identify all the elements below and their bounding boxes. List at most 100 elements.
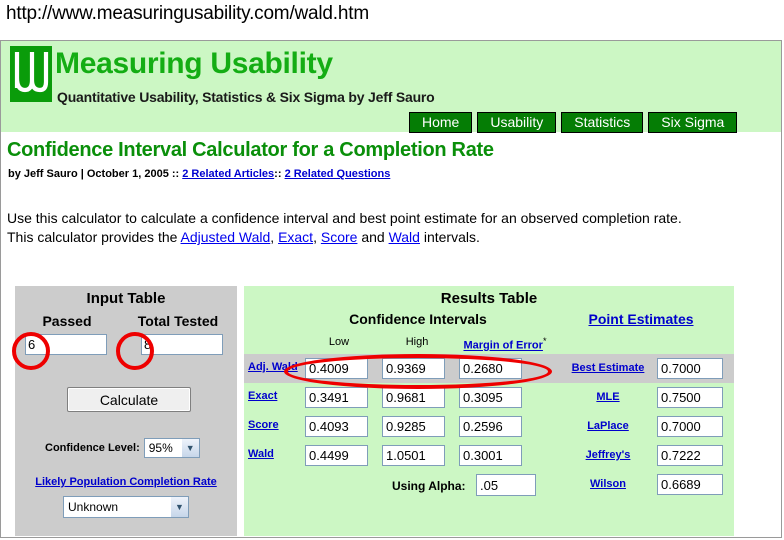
total-tested-input[interactable] [141,334,223,355]
intro-suffix: intervals. [419,229,480,245]
confidence-level-row: Confidence Level: 95% ▼ [45,438,200,458]
main-navigation: Home Usability Statistics Six Sigma [409,112,738,133]
passed-input[interactable] [25,334,107,355]
adjusted-wald-link[interactable]: Adjusted Wald [181,229,271,245]
nav-item-statistics[interactable]: Statistics [561,112,644,133]
intro-line-1: Use this calculator to calculate a confi… [7,210,682,226]
web-page-frame: Measuring Usability Quantitative Usabili… [0,40,782,538]
wald-link[interactable]: Wald [389,229,420,245]
point-estimate-label-mle: MLE [564,391,652,403]
input-table-title: Input Table [86,290,166,307]
passed-column-header: Passed [42,313,92,329]
margin-of-error-link[interactable]: Margin of Error [463,340,542,352]
wald-row-link[interactable]: Wald [248,448,274,460]
calculate-button[interactable]: Calculate [67,387,191,412]
alpha-label: Using Alpha: [392,479,466,493]
adj-wald-low-cell[interactable] [305,358,368,379]
point-estimates-link[interactable]: Point Estimates [588,311,693,327]
point-estimate-label-wilson: Wilson [564,478,652,490]
adj-wald-moe-cell[interactable] [459,358,522,379]
exact-low-cell[interactable] [305,387,368,408]
site-tagline: Quantitative Usability, Statistics & Six… [57,89,435,105]
results-subheadings: Confidence Intervals Point Estimates [244,311,734,333]
point-estimates-heading: Point Estimates [556,311,726,327]
table-row: Wald Jeffrey's [244,441,734,470]
exact-high-cell[interactable] [382,387,445,408]
row-label-adj-wald: Adj. Wald [248,361,300,373]
browser-url-text: http://www.measuringusability.com/wald.h… [6,3,369,24]
wald-moe-cell[interactable] [459,445,522,466]
likely-population-completion-rate-link[interactable]: Likely Population Completion Rate [35,476,217,488]
confidence-intervals-heading: Confidence Intervals [349,311,487,327]
score-moe-cell[interactable] [459,416,522,437]
population-completion-rate-value: Unknown [68,500,119,514]
site-header: Measuring Usability Quantitative Usabili… [1,41,781,133]
margin-of-error-column-header: Margin of Error* [444,336,566,352]
point-estimate-label-laplace: LaPlace [564,420,652,432]
mle-link[interactable]: MLE [596,391,619,403]
nav-item-usability[interactable]: Usability [477,112,557,133]
wald-low-cell[interactable] [305,445,368,466]
intro-sep-1: , [270,229,279,245]
chevron-down-icon: ▼ [180,439,199,457]
population-completion-rate-select[interactable]: Unknown ▼ [63,496,189,518]
point-estimate-label-best-estimate: Best Estimate [564,362,652,374]
table-row: Exact MLE [244,383,734,412]
byline: by Jeff Sauro | October 1, 2005 :: 2 Rel… [8,168,390,180]
mu-logo-icon [10,46,52,102]
related-articles-link[interactable]: 2 Related Articles [182,168,274,180]
results-table-panel: Results Table Confidence Intervals Point… [244,286,734,536]
wilson-link[interactable]: Wilson [590,478,626,490]
laplace-value-cell[interactable] [657,416,723,437]
mle-value-cell[interactable] [657,387,723,408]
site-title: Measuring Usability [55,47,333,80]
input-table-fields-row [15,334,237,355]
confidence-level-select[interactable]: 95% ▼ [143,438,200,458]
score-low-cell[interactable] [305,416,368,437]
margin-of-error-footnote-marker: * [542,336,547,346]
byline-separator: :: [274,168,285,180]
intro-paragraph: Use this calculator to calculate a confi… [7,209,769,247]
point-estimate-label-jeffreys: Jeffrey's [564,449,652,461]
adj-wald-high-cell[interactable] [382,358,445,379]
table-row: Adj. Wald Best Estimate [244,354,734,383]
total-tested-column-header: Total Tested [137,313,219,329]
results-column-headers: Low High Margin of Error* [244,336,734,354]
table-row: Score LaPlace [244,412,734,441]
low-column-header: Low [328,336,350,348]
jeffreys-link[interactable]: Jeffrey's [586,449,631,461]
results-rows: Adj. Wald Best Estimate Exact M [244,354,734,499]
row-label-wald: Wald [248,448,300,460]
row-label-score: Score [248,419,300,431]
nav-item-home[interactable]: Home [409,112,473,133]
adj-wald-row-link[interactable]: Adj. Wald [248,361,298,373]
intro-line-2-prefix: This calculator provides the [7,229,181,245]
wald-high-cell[interactable] [382,445,445,466]
related-questions-link[interactable]: 2 Related Questions [285,168,391,180]
high-column-header: High [405,336,429,348]
page-title: Confidence Interval Calculator for a Com… [7,139,494,161]
nav-item-six-sigma[interactable]: Six Sigma [648,112,738,133]
input-table-panel: Input Table Passed Total Tested Calculat… [15,286,237,536]
table-row: Using Alpha: Wilson [244,470,734,499]
results-table-title: Results Table [440,290,538,307]
exact-link[interactable]: Exact [278,229,313,245]
row-label-exact: Exact [248,390,300,402]
population-select-wrapper: Unknown ▼ [63,496,189,518]
wilson-value-cell[interactable] [657,474,723,495]
chevron-down-icon: ▼ [170,497,188,517]
confidence-level-value: 95% [148,441,173,455]
exact-row-link[interactable]: Exact [248,390,277,402]
input-table-column-headers: Passed Total Tested [15,313,237,329]
score-link[interactable]: Score [321,229,358,245]
byline-author: by Jeff Sauro | October 1, 2005 :: [8,168,183,180]
intro-sep-2: , [313,229,321,245]
best-estimate-value-cell[interactable] [657,358,723,379]
exact-moe-cell[interactable] [459,387,522,408]
laplace-link[interactable]: LaPlace [587,420,629,432]
score-row-link[interactable]: Score [248,419,279,431]
score-high-cell[interactable] [382,416,445,437]
jeffreys-value-cell[interactable] [657,445,723,466]
alpha-input[interactable] [476,474,536,496]
best-estimate-link[interactable]: Best Estimate [572,362,645,374]
